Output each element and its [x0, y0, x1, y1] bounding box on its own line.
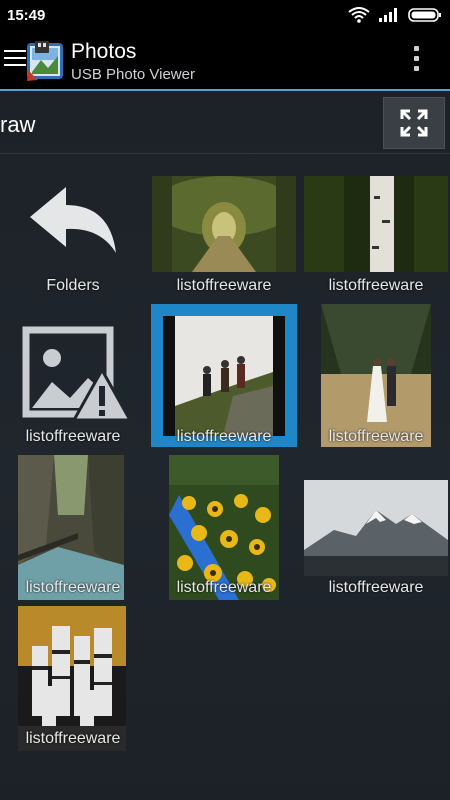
app-logo-icon[interactable]: [24, 40, 66, 82]
overflow-menu-icon[interactable]: [414, 46, 420, 74]
app-subtitle: USB Photo Viewer: [71, 66, 195, 83]
photo-tile[interactable]: listoffreeware: [151, 455, 297, 600]
app-title: Photos: [71, 40, 137, 63]
status-icons: [348, 7, 442, 23]
status-time: 15:49: [7, 7, 46, 24]
tile-label: listoffreeware: [25, 428, 121, 445]
tile-label: listoffreeware: [328, 277, 424, 294]
current-folder-path: raw: [0, 112, 36, 137]
photo-tile[interactable]: listoffreeware: [303, 455, 449, 600]
menu-icon[interactable]: [4, 50, 26, 68]
tile-label: listoffreeware: [176, 277, 272, 294]
expand-arrows-icon: [400, 109, 428, 137]
folders-up-tile[interactable]: Folders: [0, 157, 146, 302]
photo-thumbnail-mountains: [304, 480, 448, 576]
tile-label: listoffreeware: [328, 579, 424, 596]
photo-tile[interactable]: listoffreeware: [0, 455, 146, 600]
broken-image-tile[interactable]: listoffreeware: [0, 304, 146, 449]
signal-icon: [379, 8, 397, 22]
battery-icon: [408, 8, 441, 22]
fullscreen-button[interactable]: [383, 97, 445, 149]
tile-label: listoffreeware: [176, 579, 272, 596]
back-arrow-icon: [30, 187, 116, 253]
photo-thumbnail-forest: [152, 176, 296, 272]
status-bar: 15:49: [0, 0, 450, 30]
tile-label: listoffreeware: [25, 730, 121, 747]
tile-label: listoffreeware: [25, 579, 121, 596]
photo-tile-selected[interactable]: listoffreeware: [151, 304, 297, 449]
photo-tile[interactable]: listoffreeware: [0, 606, 146, 751]
action-bar: [0, 30, 450, 89]
photo-thumbnail-couple: [321, 304, 431, 447]
photo-tile[interactable]: listoffreeware: [151, 157, 297, 302]
tile-label: listoffreeware: [328, 428, 424, 445]
tile-label: Folders: [46, 277, 100, 294]
broken-image-icon: [22, 326, 132, 422]
photo-thumbnail-birch: [304, 176, 448, 272]
tile-label: listoffreeware: [176, 428, 272, 445]
wifi-icon: [348, 7, 370, 23]
photo-tile[interactable]: listoffreeware: [303, 157, 449, 302]
photo-thumbnail-hikers: [163, 316, 285, 436]
photo-tile[interactable]: listoffreeware: [303, 304, 449, 449]
